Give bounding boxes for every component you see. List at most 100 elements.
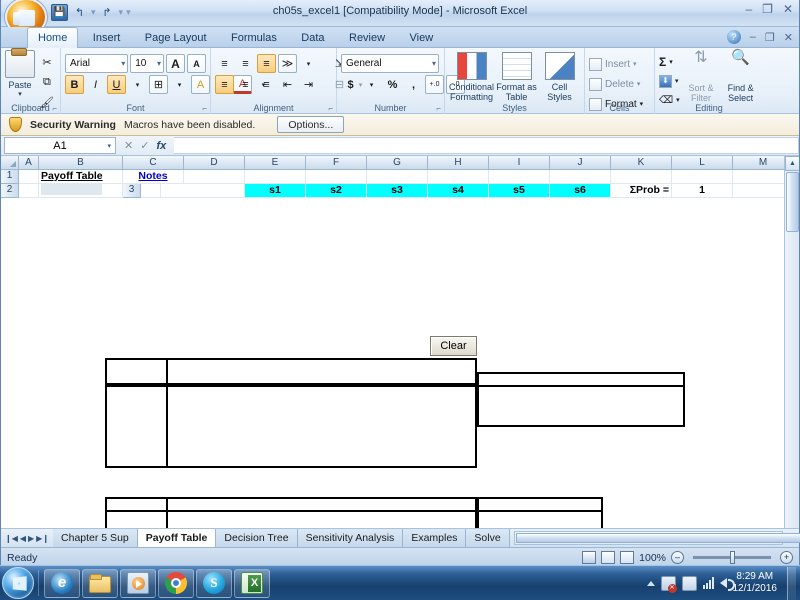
cell-J1[interactable]	[550, 170, 611, 184]
signal-strength-icon[interactable]	[702, 577, 714, 589]
show-desktop-button[interactable]	[787, 566, 796, 600]
sheet-tab-payoff-table[interactable]: Payoff Table	[137, 529, 217, 547]
taskbar-item-google-chrome[interactable]	[158, 568, 194, 598]
paste-button[interactable]: Paste ▾	[5, 48, 35, 106]
taskbar-item-internet-explorer[interactable]: e	[44, 568, 80, 598]
cell-L1[interactable]	[672, 170, 733, 184]
minimize-icon[interactable]: –	[745, 2, 752, 16]
cell-E3[interactable]: s3	[367, 183, 428, 198]
percent-icon[interactable]: %	[383, 75, 402, 94]
cell-K1[interactable]	[611, 170, 672, 184]
row-header-3[interactable]: 3	[123, 183, 141, 198]
shrink-font-icon[interactable]: A	[187, 54, 206, 73]
underline-icon[interactable]: U	[107, 75, 126, 94]
column-header-e[interactable]: E	[245, 156, 306, 170]
cell-A1[interactable]	[19, 170, 39, 184]
close-icon[interactable]: ✕	[783, 2, 793, 16]
name-box[interactable]: A1 ▾	[4, 137, 116, 154]
ribbon-tab-page-layout[interactable]: Page Layout	[135, 28, 217, 49]
minimize-workbook-icon[interactable]: –	[750, 31, 756, 43]
taskbar-item-microsoft-excel[interactable]	[234, 568, 270, 598]
column-header-c[interactable]: C	[123, 156, 184, 170]
taskbar-item-skype[interactable]: S	[196, 568, 232, 598]
show-hidden-icons-icon[interactable]	[646, 580, 655, 586]
cell-B3[interactable]	[161, 183, 245, 198]
action-center-icon[interactable]	[660, 575, 677, 593]
first-sheet-icon[interactable]: ❙◀	[5, 534, 18, 543]
orientation-dropdown-icon[interactable]: ▾	[299, 54, 318, 73]
number-format-combo[interactable]: General ▾	[341, 54, 439, 73]
scroll-up-icon[interactable]: ▲	[785, 156, 799, 171]
column-header-k[interactable]: K	[611, 156, 672, 170]
fill-color-icon[interactable]: A	[191, 75, 210, 94]
start-button[interactable]	[2, 567, 34, 599]
cut-icon[interactable]: ✂	[37, 53, 57, 72]
row-header-1[interactable]: 1	[1, 170, 19, 184]
sheet-tab-decision-tree[interactable]: Decision Tree	[216, 529, 298, 547]
network-icon[interactable]	[681, 575, 697, 591]
zoom-in-icon[interactable]: +	[780, 551, 793, 564]
currency-icon[interactable]: $	[341, 75, 360, 94]
insert-cells-button[interactable]: Insert ▾	[589, 55, 650, 73]
cell-styles-button[interactable]: Cell Styles	[539, 52, 580, 108]
copy-icon[interactable]: ⧉	[37, 73, 57, 92]
alignment-dialog-launcher[interactable]: ⌐	[328, 104, 333, 113]
select-all-corner[interactable]	[1, 156, 19, 170]
cell-D1[interactable]	[184, 170, 245, 184]
cell-I3[interactable]: ΣProb =	[611, 183, 672, 198]
cell-C1[interactable]: Notes	[123, 170, 184, 184]
sheet-tab-examples[interactable]: Examples	[403, 529, 467, 547]
prev-sheet-icon[interactable]: ◀	[20, 534, 26, 543]
page-break-view-icon[interactable]	[620, 551, 635, 564]
clear-button[interactable]: Clear	[430, 336, 477, 356]
bold-icon[interactable]: B	[65, 75, 84, 94]
cell-D3[interactable]: s2	[306, 183, 367, 198]
ribbon-tab-view[interactable]: View	[400, 28, 444, 49]
cell-F1[interactable]	[306, 170, 367, 184]
cell-B1[interactable]: Payoff Table	[39, 170, 123, 184]
borders-icon[interactable]: ⊞	[149, 75, 168, 94]
help-icon[interactable]: ?	[726, 30, 741, 44]
cell-G1[interactable]	[367, 170, 428, 184]
zoom-slider-thumb[interactable]	[730, 551, 735, 564]
underline-dropdown-icon[interactable]: ▾	[128, 75, 147, 94]
row-header-2[interactable]: 2	[1, 183, 19, 198]
vertical-scrollbar[interactable]: ▲	[784, 156, 799, 528]
clock[interactable]: 8:29 AM 12/1/2016	[733, 571, 778, 595]
worksheet-grid[interactable]: A B C D E F G H I J K L M 1 Payoff Table Notes 2 3 s1 s2 s3 s…	[1, 156, 799, 198]
currency-dropdown-icon[interactable]: ▾	[362, 75, 381, 94]
align-left-icon[interactable]: ≡	[215, 75, 234, 94]
zoom-slider[interactable]	[693, 551, 771, 564]
conditional-formatting-button[interactable]: Conditional Formatting	[449, 52, 494, 108]
page-layout-view-icon[interactable]	[601, 551, 616, 564]
font-name-combo[interactable]: Arial ▾	[65, 54, 129, 73]
sheet-tab-chapter-5-sup[interactable]: Chapter 5 Sup	[53, 529, 138, 547]
ribbon-tab-insert[interactable]: Insert	[83, 28, 131, 49]
formula-input[interactable]	[174, 137, 799, 154]
close-workbook-icon[interactable]: ✕	[784, 31, 793, 44]
security-options-button[interactable]: Options...	[277, 116, 345, 133]
clipboard-dialog-launcher[interactable]: ⌐	[52, 104, 57, 113]
cell-F3[interactable]: s4	[428, 183, 489, 198]
format-as-table-button[interactable]: Format as Table	[496, 52, 537, 108]
cell-H1[interactable]	[428, 170, 489, 184]
align-bottom-icon[interactable]: ≡	[257, 54, 276, 73]
last-sheet-icon[interactable]: ▶❙	[36, 534, 49, 543]
autosum-button[interactable]: Σ ▾	[659, 53, 680, 71]
font-dialog-launcher[interactable]: ⌐	[202, 104, 207, 113]
column-header-j[interactable]: J	[550, 156, 611, 170]
align-center-icon[interactable]: ≡	[236, 75, 255, 94]
cell-B2[interactable]	[39, 183, 123, 198]
cell-G3[interactable]: s5	[489, 183, 550, 198]
enter-formula-icon[interactable]: ✓	[140, 139, 149, 152]
next-sheet-icon[interactable]: ▶	[28, 534, 34, 543]
normal-view-icon[interactable]	[582, 551, 597, 564]
decrease-indent-icon[interactable]: ⇤	[278, 75, 297, 94]
cell-J3[interactable]: 1	[672, 183, 733, 198]
cell-C3[interactable]: s1	[245, 183, 306, 198]
ribbon-tab-data[interactable]: Data	[291, 28, 334, 49]
ribbon-tab-home[interactable]: Home	[27, 27, 79, 49]
column-header-h[interactable]: H	[428, 156, 489, 170]
horizontal-scrollbar[interactable]	[513, 531, 800, 545]
cell-E1[interactable]	[245, 170, 306, 184]
